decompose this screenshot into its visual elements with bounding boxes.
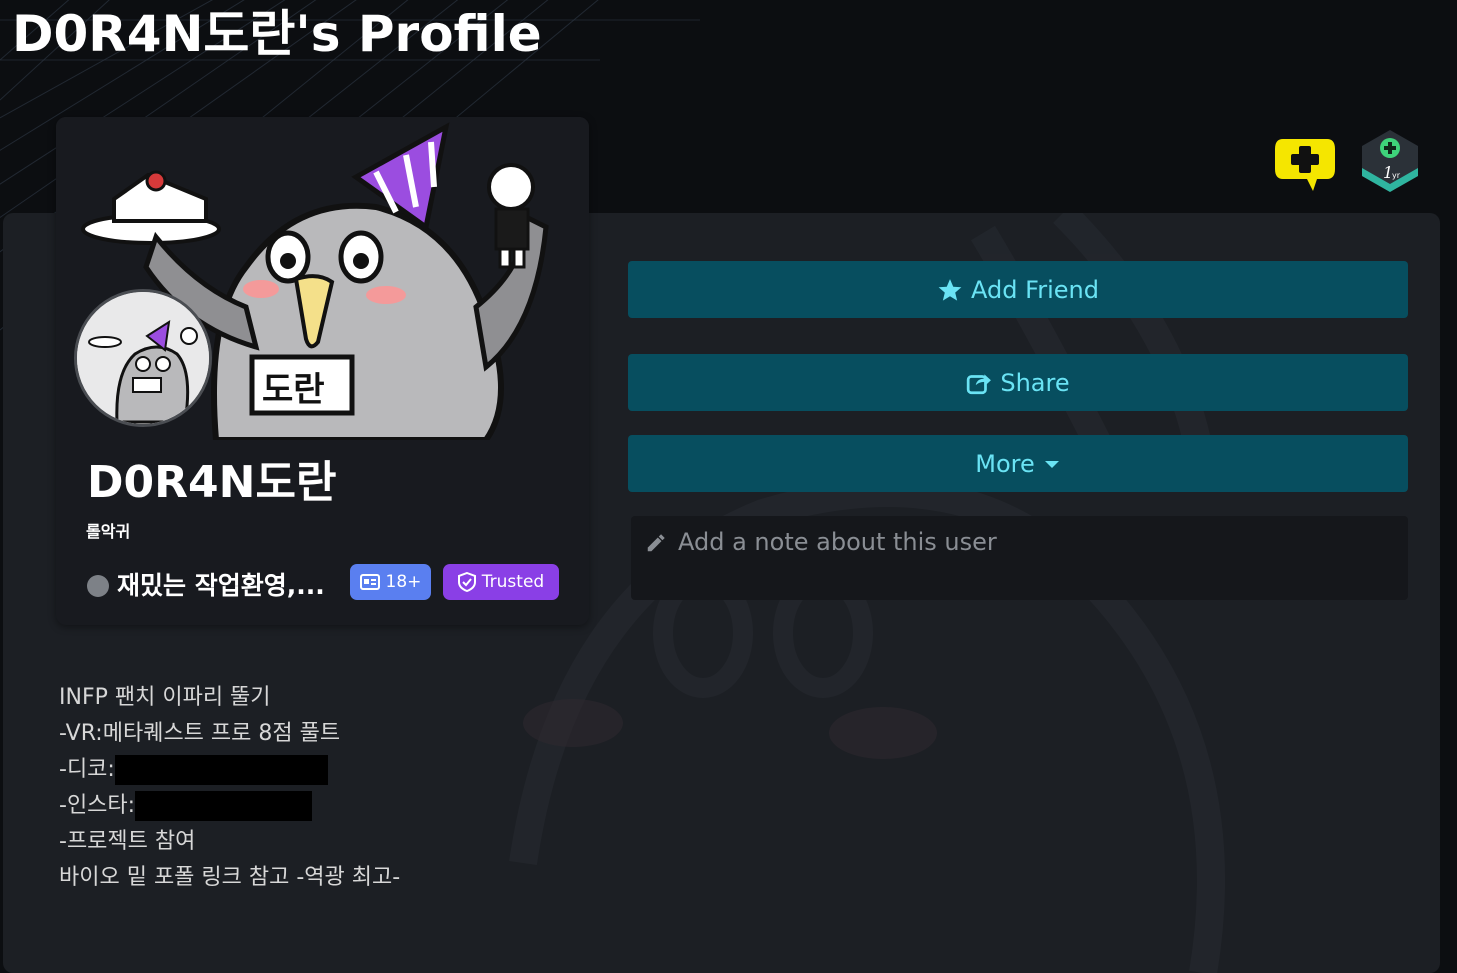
status-description: 재밌는 작업환영,...: [117, 571, 325, 600]
avatar[interactable]: [74, 289, 212, 427]
profile-card: 도란 D0R4N도란 롤악귀 재밌는 작업환영,... 18+ Trusted: [56, 117, 589, 625]
more-label: More: [975, 449, 1035, 478]
note-placeholder: Add a note about this user: [678, 528, 997, 556]
pencil-icon: [647, 534, 665, 552]
page-title: D0R4N도란's Profile: [12, 5, 542, 63]
bio-line: -프로젝트 참여: [59, 829, 196, 854]
share-button[interactable]: Share: [628, 354, 1408, 411]
share-icon: [967, 373, 992, 394]
id-card-icon: [359, 574, 380, 590]
share-label: Share: [1000, 368, 1070, 397]
shield-check-icon: [457, 572, 476, 592]
one-year-badge-icon[interactable]: 1 yr: [1360, 128, 1420, 200]
bio-line-label: -디코:: [59, 757, 115, 782]
bio-line: -VR:메타퀘스트 프로 8점 풀트: [59, 721, 341, 746]
bio-line-label: -인스타:: [59, 793, 136, 818]
add-friend-button[interactable]: Add Friend: [628, 261, 1408, 318]
svg-text:yr: yr: [1392, 171, 1401, 180]
age-badge-label: 18+: [385, 572, 422, 592]
redacted-block: [135, 791, 313, 821]
age-verified-badge[interactable]: 18+: [350, 564, 431, 600]
add-friend-label: Add Friend: [971, 275, 1099, 304]
redacted-block: [114, 755, 328, 785]
bio-line: 바이오 밑 포폴 링크 참고 -역광 최고-: [59, 865, 401, 890]
user-note-field[interactable]: Add a note about this user: [631, 516, 1408, 600]
bio-line-discord: -디코:: [59, 752, 400, 788]
trust-rank-badge[interactable]: Trusted: [443, 564, 559, 600]
avatar-image: [77, 292, 209, 424]
display-name: D0R4N도란: [87, 457, 337, 508]
caret-down-icon: [1044, 460, 1059, 468]
bio-line-instagram: -인스타:: [59, 788, 400, 824]
pronouns: 롤악귀: [86, 522, 131, 541]
more-dropdown-button[interactable]: More: [628, 435, 1408, 492]
vrc-plus-icon[interactable]: [1273, 137, 1337, 197]
star-icon: [938, 278, 962, 301]
trust-badge-label: Trusted: [481, 572, 545, 592]
status-indicator: [87, 575, 109, 597]
banner-name-tag: 도란: [262, 370, 325, 410]
bio-line: INFP 팬치 이파리 뚤기: [59, 685, 271, 710]
bio-text: INFP 팬치 이파리 뚤기 -VR:메타퀘스트 프로 8점 풀트 -디코: -…: [59, 680, 400, 896]
